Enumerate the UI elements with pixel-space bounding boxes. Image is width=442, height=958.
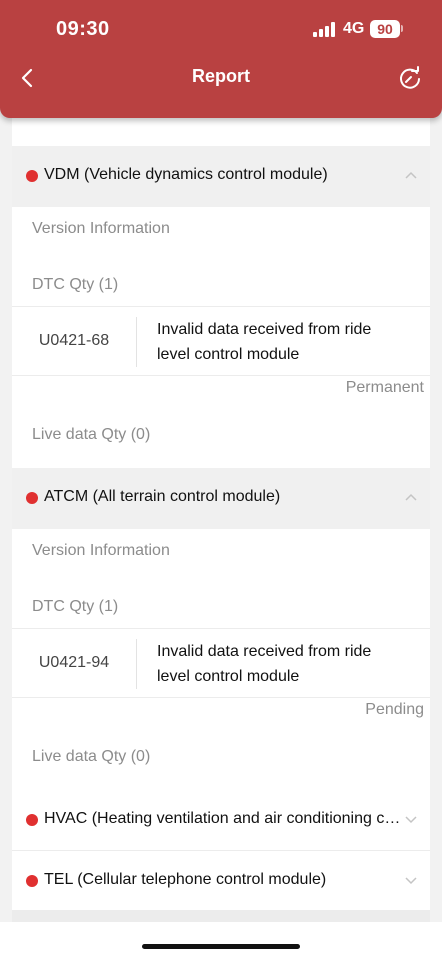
dtc-code: U0421-94 <box>38 654 110 671</box>
fault-dot <box>26 492 38 504</box>
live-data-label[interactable]: Live data Qty (0) <box>32 426 150 444</box>
dtc-status: Permanent <box>345 379 424 396</box>
list-end-spacer <box>12 910 430 922</box>
chevron-down-icon[interactable] <box>404 875 418 885</box>
status-time: 09:30 <box>56 18 110 40</box>
dtc-row[interactable]: U0421-68 Invalid data received from ride… <box>12 306 430 376</box>
module-name: ATCM (All terrain control module) <box>44 488 281 505</box>
module-name: VDM (Vehicle dynamics control module) <box>44 166 328 183</box>
dtc-row[interactable]: U0421-94 Invalid data received from ride… <box>12 628 430 698</box>
home-indicator[interactable] <box>142 944 300 949</box>
fault-dot <box>26 170 38 182</box>
page-title: Report <box>192 66 250 86</box>
battery-tip <box>401 25 403 32</box>
module-name: HVAC (Heating ventilation and air condit… <box>44 810 401 827</box>
signal-icon <box>313 22 335 37</box>
module-header-vdm[interactable]: VDM (Vehicle dynamics control module) <box>12 146 430 207</box>
fault-dot <box>26 875 38 887</box>
app-header: 09:30 4G 90 Report <box>0 0 442 118</box>
divider <box>136 317 137 367</box>
bottom-bar <box>0 922 442 958</box>
chevron-down-icon[interactable] <box>404 814 418 824</box>
dtc-code: U0421-68 <box>38 332 110 349</box>
dtc-description: Invalid data received from ride level co… <box>157 321 372 363</box>
dtc-qty-label: DTC Qty (1) <box>32 276 119 293</box>
refresh-icon[interactable] <box>396 64 424 92</box>
module-header-tel[interactable]: TEL (Cellular telephone control module) <box>12 851 430 912</box>
chevron-up-icon[interactable] <box>404 492 418 502</box>
divider <box>136 639 137 689</box>
module-name: TEL (Cellular telephone control module) <box>44 871 327 888</box>
network-type: 4G <box>343 20 365 37</box>
dtc-qty-label: DTC Qty (1) <box>32 598 119 615</box>
chevron-up-icon[interactable] <box>404 170 418 180</box>
fault-dot <box>26 814 38 826</box>
dtc-status: Pending <box>365 701 424 718</box>
version-info-label[interactable]: Version Information <box>32 542 170 560</box>
module-header-atcm[interactable]: ATCM (All terrain control module) <box>12 468 430 529</box>
report-content[interactable]: VDM (Vehicle dynamics control module) Ve… <box>12 0 430 922</box>
live-data-label[interactable]: Live data Qty (0) <box>32 748 150 766</box>
module-header-hvac[interactable]: HVAC (Heating ventilation and air condit… <box>12 790 430 851</box>
battery-icon: 90 <box>370 20 400 38</box>
version-info-label[interactable]: Version Information <box>32 220 170 238</box>
dtc-description: Invalid data received from ride level co… <box>157 643 372 685</box>
